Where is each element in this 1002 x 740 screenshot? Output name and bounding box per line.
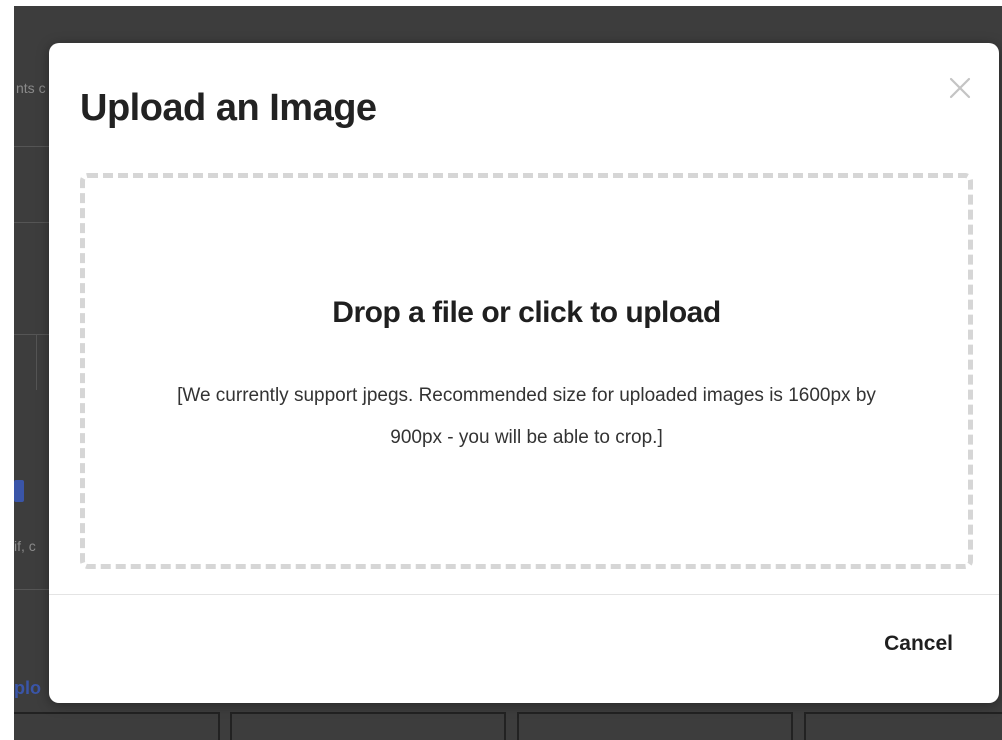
background-input-edge	[36, 334, 37, 390]
file-dropzone[interactable]: Drop a file or click to upload [We curre…	[80, 173, 973, 569]
dropzone-title: Drop a file or click to upload	[332, 296, 721, 329]
background-divider	[14, 589, 54, 590]
cancel-button[interactable]: Cancel	[884, 632, 953, 656]
background-divider	[14, 222, 54, 223]
modal-footer-divider	[49, 594, 999, 595]
background-file-icon	[14, 480, 24, 502]
background-divider	[14, 334, 54, 335]
background-card	[14, 712, 220, 740]
background-card	[230, 712, 506, 740]
dropzone-description: [We currently support jpegs. Recommended…	[177, 385, 876, 448]
modal-title: Upload an Image	[80, 87, 377, 129]
close-icon[interactable]	[949, 77, 971, 99]
background-divider	[14, 146, 54, 147]
upload-image-modal: Upload an Image Drop a file or click to …	[49, 43, 999, 703]
background-text-fragment: if, c	[14, 538, 36, 554]
background-card	[804, 712, 1002, 740]
background-text-fragment: nts c	[16, 80, 46, 96]
background-link-fragment: plo	[14, 678, 41, 698]
background-card	[517, 712, 793, 740]
